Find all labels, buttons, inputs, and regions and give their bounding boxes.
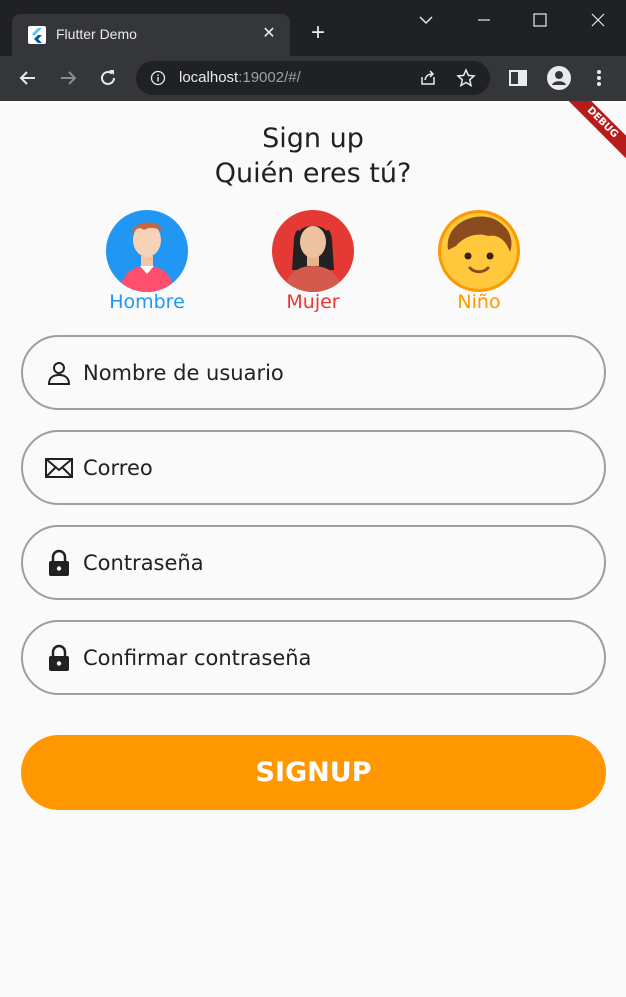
child-avatar-icon bbox=[438, 210, 520, 292]
browser-titlebar: Flutter Demo ✕ + bbox=[0, 0, 626, 56]
lock-icon bbox=[49, 549, 69, 576]
new-tab-icon[interactable]: + bbox=[304, 20, 332, 48]
page-title: Sign up bbox=[262, 123, 364, 154]
close-window-icon[interactable] bbox=[570, 0, 626, 40]
bookmark-star-icon[interactable] bbox=[456, 68, 476, 88]
page-content: DEBUG Sign up Quién eres tú? Hombre Muje… bbox=[0, 101, 626, 997]
username-field[interactable] bbox=[21, 335, 606, 410]
avatar-nino[interactable] bbox=[438, 210, 520, 292]
reload-icon[interactable] bbox=[94, 64, 122, 92]
person-icon bbox=[47, 362, 71, 385]
lock-icon bbox=[49, 644, 69, 671]
email-field[interactable] bbox=[21, 430, 606, 505]
browser-toolbar: localhost:19002/#/ bbox=[0, 56, 626, 101]
avatar-label-mujer: Mujer bbox=[286, 291, 340, 313]
forward-icon[interactable] bbox=[54, 64, 82, 92]
avatar-label-nino: Niño bbox=[457, 291, 501, 313]
share-icon[interactable] bbox=[418, 68, 438, 88]
tab-title: Flutter Demo bbox=[56, 26, 137, 42]
flutter-icon bbox=[28, 26, 46, 44]
woman-avatar-icon bbox=[272, 210, 354, 292]
maximize-icon[interactable] bbox=[512, 0, 568, 40]
side-panel-icon[interactable] bbox=[504, 64, 532, 92]
password-input[interactable] bbox=[83, 543, 583, 583]
profile-avatar-icon[interactable] bbox=[545, 64, 573, 92]
username-input[interactable] bbox=[83, 353, 583, 393]
avatar-mujer[interactable] bbox=[272, 210, 354, 292]
password-field[interactable] bbox=[21, 525, 606, 600]
address-bar[interactable]: localhost:19002/#/ bbox=[136, 61, 490, 95]
close-tab-icon[interactable]: ✕ bbox=[258, 23, 280, 45]
envelope-icon bbox=[45, 458, 73, 478]
menu-kebab-icon[interactable] bbox=[585, 64, 613, 92]
confirm-password-field[interactable] bbox=[21, 620, 606, 695]
avatar-label-hombre: Hombre bbox=[109, 291, 185, 313]
signup-button[interactable]: SIGNUP bbox=[21, 735, 606, 810]
man-avatar-icon bbox=[106, 210, 188, 292]
back-icon[interactable] bbox=[14, 64, 42, 92]
email-input[interactable] bbox=[83, 448, 583, 488]
page-subtitle: Quién eres tú? bbox=[214, 158, 412, 189]
avatar-hombre[interactable] bbox=[106, 210, 188, 292]
browser-tab[interactable]: Flutter Demo ✕ bbox=[12, 14, 290, 56]
tab-search-icon[interactable] bbox=[398, 0, 454, 40]
url-text: localhost:19002/#/ bbox=[179, 69, 301, 86]
minimize-icon[interactable] bbox=[456, 0, 512, 40]
site-info-icon[interactable] bbox=[150, 70, 166, 86]
confirm-password-input[interactable] bbox=[83, 638, 583, 678]
